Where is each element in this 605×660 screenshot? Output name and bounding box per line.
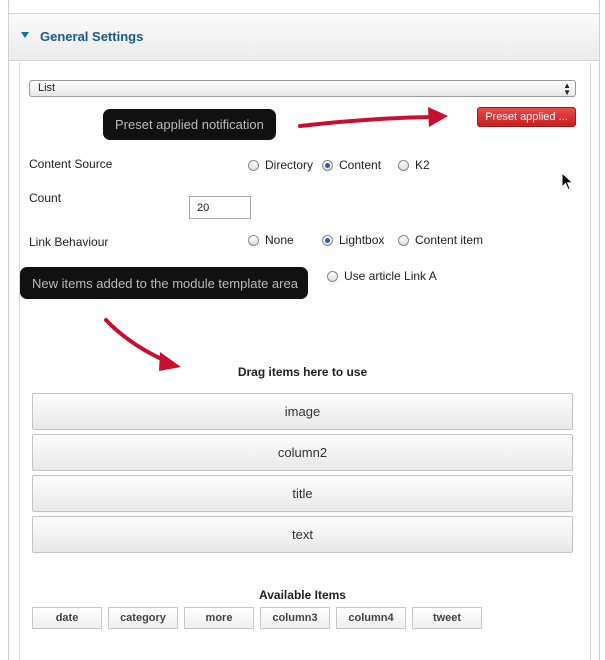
annotation-arrows [104,107,448,371]
annotation-arrow-icon [104,318,181,371]
mouse-cursor-icon [561,172,574,191]
annotation-arrow-icon [298,107,448,128]
